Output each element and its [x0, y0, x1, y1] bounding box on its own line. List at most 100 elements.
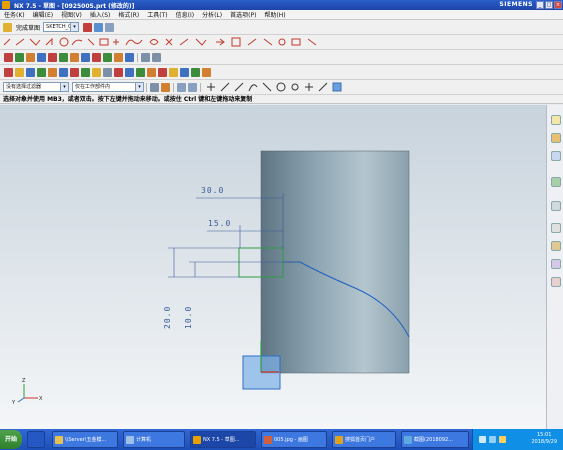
security-icon[interactable]: [499, 436, 506, 443]
subtract-icon[interactable]: [158, 67, 167, 77]
quick-launch-media-icon[interactable]: [27, 431, 45, 448]
brand-label: SIEMENS: [499, 1, 533, 8]
convert-reference-icon[interactable]: [48, 52, 57, 62]
sketch-name-select[interactable]: SKETCH_001 ▾: [43, 22, 80, 32]
folder-icon: [55, 436, 63, 444]
blend-icon[interactable]: [70, 67, 79, 77]
datum-plane-icon[interactable]: [114, 67, 123, 77]
finish-sketch-label[interactable]: 完成草图: [16, 23, 40, 32]
web-browser-icon[interactable]: [551, 201, 561, 211]
task-explorer[interactable]: \\Server\五金模...: [52, 431, 118, 448]
misc-toolbar: [0, 65, 563, 80]
general-selection-icon[interactable]: [150, 82, 159, 92]
orient-view-icon[interactable]: [83, 22, 93, 32]
volume-icon[interactable]: [479, 436, 486, 443]
pattern-icon: [231, 37, 241, 47]
deselect-icon[interactable]: [188, 82, 197, 92]
offset-face-icon[interactable]: [202, 67, 211, 77]
menu-info[interactable]: 信息(I): [172, 10, 198, 19]
roles-icon[interactable]: [551, 277, 561, 287]
intersect-feature-icon[interactable]: [169, 67, 178, 77]
system-materials-icon[interactable]: [551, 241, 561, 251]
sketch-preferences-icon[interactable]: [141, 52, 150, 62]
graphics-window[interactable]: 30.0 15.0 20.0 10.0 Z X Y: [0, 105, 546, 429]
extrude-icon[interactable]: [4, 67, 13, 77]
update-model-icon[interactable]: [105, 22, 115, 32]
task-nx[interactable]: NX 7.5 - 草图...: [190, 431, 256, 448]
alternate-solution-icon[interactable]: [59, 52, 68, 62]
chevron-down-icon: ▾: [60, 83, 68, 91]
selection-scope-select[interactable]: 仅在工作部件内 ▾: [72, 82, 144, 92]
constraint-icon[interactable]: [15, 52, 24, 62]
close-button[interactable]: ×: [554, 1, 562, 9]
task-computer[interactable]: 计算机: [123, 431, 185, 448]
datum-axis-icon[interactable]: [125, 67, 134, 77]
dimension-15[interactable]: 15.0: [208, 219, 231, 228]
clock[interactable]: 15:01 2018/9/29: [531, 432, 557, 446]
dimension-icon[interactable]: [4, 52, 13, 62]
clock-time: 15:01: [536, 432, 552, 438]
history-icon[interactable]: [551, 223, 561, 233]
inferred-constraints-icon[interactable]: [81, 52, 90, 62]
animate-dimension-icon[interactable]: [70, 52, 79, 62]
menu-help[interactable]: 帮助(H): [260, 10, 289, 19]
draft-icon[interactable]: [191, 67, 200, 77]
sketch-style-icon[interactable]: [152, 52, 161, 62]
sketch-canvas[interactable]: 30.0 15.0 20.0 10.0 Z X Y: [0, 105, 546, 429]
delay-evaluate-icon[interactable]: [114, 52, 123, 62]
relations-browser-icon[interactable]: [103, 52, 112, 62]
reattach-icon[interactable]: [94, 22, 104, 32]
task-paint[interactable]: 005.jpg - 画图: [261, 431, 327, 448]
process-studio-icon[interactable]: [551, 259, 561, 269]
network-icon[interactable]: [489, 436, 496, 443]
nx-app-icon: [2, 1, 10, 9]
chamfer-icon: [71, 39, 83, 46]
assembly-navigator-icon[interactable]: [551, 115, 561, 125]
hole-icon[interactable]: [26, 67, 35, 77]
triad-y-label: Y: [11, 400, 16, 406]
start-button[interactable]: 开始: [0, 430, 22, 449]
pad-icon[interactable]: [59, 67, 68, 77]
triad-x-label: X: [39, 396, 43, 402]
finish-sketch-icon[interactable]: [3, 22, 12, 32]
undo-icon[interactable]: [161, 82, 170, 92]
pocket-icon[interactable]: [48, 67, 57, 77]
menu-task[interactable]: 任务(K): [0, 10, 29, 19]
dimension-20[interactable]: 20.0: [163, 306, 172, 329]
chamfer-feature-icon[interactable]: [81, 67, 90, 77]
maximize-button[interactable]: □: [545, 1, 553, 9]
nx-icon: [193, 436, 201, 444]
thread-icon[interactable]: [180, 67, 189, 77]
menu-edit[interactable]: 编辑(E): [29, 10, 57, 19]
shell-icon[interactable]: [92, 67, 101, 77]
menu-insert[interactable]: 插入(S): [86, 10, 115, 19]
menu-format[interactable]: 格式(R): [114, 10, 143, 19]
dimension-30[interactable]: 30.0: [201, 186, 224, 195]
unite-icon[interactable]: [147, 67, 156, 77]
show-constraints-icon[interactable]: [37, 52, 46, 62]
part-navigator-icon[interactable]: [551, 151, 561, 161]
rectangle-icon: [99, 38, 109, 46]
revolve-icon[interactable]: [15, 67, 24, 77]
pattern-feature-icon[interactable]: [136, 67, 145, 77]
menu-view[interactable]: 视图(V): [57, 10, 86, 19]
reuse-library-icon[interactable]: [551, 177, 561, 187]
evaluate-sketch-icon[interactable]: [125, 52, 134, 62]
snap-center-icon: [291, 83, 299, 91]
trim-body-icon[interactable]: [103, 67, 112, 77]
task-screenshot[interactable]: 截图(2018092...: [401, 431, 469, 448]
menu-analysis[interactable]: 分析(L): [198, 10, 226, 19]
auto-constrain-icon[interactable]: [26, 52, 35, 62]
menu-preferences[interactable]: 首选项(P): [226, 10, 260, 19]
selection-scope-value: 仅在工作部件内: [75, 84, 111, 90]
boss-icon[interactable]: [37, 67, 46, 77]
menu-tools[interactable]: 工具(T): [143, 10, 171, 19]
minimize-button[interactable]: _: [536, 1, 544, 9]
auto-dimension-icon[interactable]: [92, 52, 101, 62]
dimension-10[interactable]: 10.0: [184, 306, 193, 329]
constraint-navigator-icon[interactable]: [551, 133, 561, 143]
select-all-icon[interactable]: [177, 82, 186, 92]
type-filter-select[interactable]: 没有选择过滤器 ▾: [3, 82, 69, 92]
sketch-toolbar: 完成草图 SKETCH_001 ▾: [0, 20, 563, 35]
task-browser[interactable]: 搜狐首页门户: [332, 431, 396, 448]
